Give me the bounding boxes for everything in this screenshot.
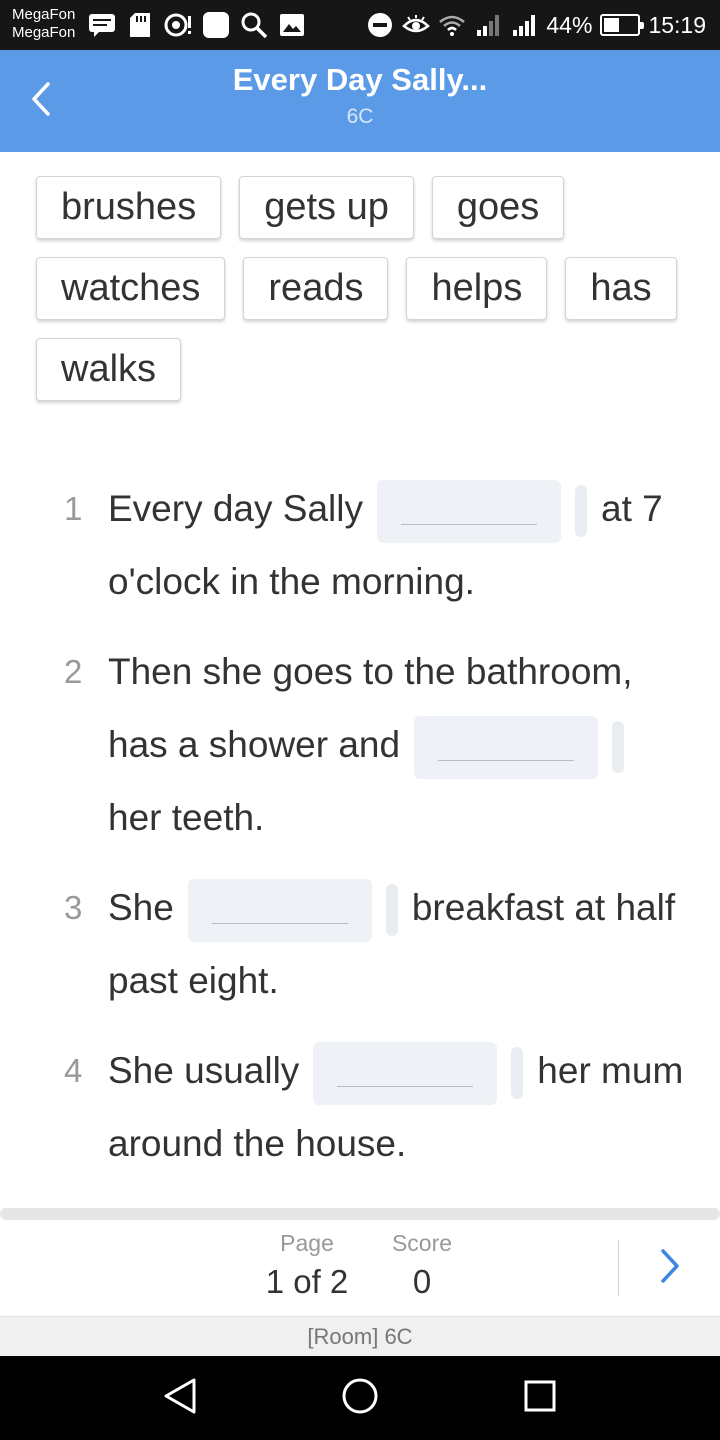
message-icon (88, 11, 116, 39)
eye-icon (402, 11, 431, 39)
question-text-before: She (108, 887, 174, 928)
carrier-name: MegaFon (12, 24, 76, 41)
word-chip-watches[interactable]: watches (36, 257, 226, 320)
nav-recents-button[interactable] (518, 1376, 562, 1420)
word-chip-walks[interactable]: walks (36, 338, 182, 401)
score-value: 0 (412, 1263, 432, 1300)
next-page-button[interactable] (640, 1240, 700, 1296)
carrier-info: MegaFon MegaFon (12, 6, 75, 42)
page-title: Every Day Sally... (232, 62, 488, 97)
word-chip-brushes[interactable]: brushes (36, 176, 222, 239)
score-label: Score (391, 1230, 453, 1256)
signal-icon (474, 11, 502, 39)
chevron-right-icon (659, 1248, 681, 1289)
question-text: Then she goes to the bathroom, has a sho… (108, 635, 690, 854)
signal-icon-2 (510, 11, 538, 39)
blank-handle[interactable] (612, 721, 625, 774)
question-text: She breakfast at half past eight. (108, 871, 690, 1017)
question-item: 1 Every day Sally at 7 o'clock in the mor… (0, 472, 720, 618)
wifi-icon (438, 11, 466, 39)
question-text-after: her teeth. (108, 797, 265, 838)
battery-level (604, 18, 619, 32)
gallery-icon (278, 11, 306, 39)
footer: Page 1 of 2 Score 0 (0, 1220, 720, 1316)
question-text-before: Every day Sally (108, 488, 363, 529)
home-circle-icon (340, 1376, 380, 1421)
word-chip-reads[interactable]: reads (243, 257, 389, 320)
question-list: 1 Every day Sally at 7 o'clock in the mor… (0, 472, 720, 1208)
clock: 15:19 (648, 11, 706, 38)
sync-icon (164, 11, 192, 39)
nav-home-button[interactable] (338, 1376, 382, 1420)
word-chip-has[interactable]: has (565, 257, 677, 320)
app-header: Every Day Sally... 6C (0, 50, 720, 152)
page-stat: Page 1 of 2 (262, 1230, 352, 1301)
page-label: Page (280, 1230, 334, 1256)
question-item: 2 Then she goes to the bathroom, has a s… (0, 635, 720, 854)
footer-divider (618, 1240, 619, 1296)
question-text-before: She usually (108, 1050, 300, 1091)
question-number: 2 (64, 653, 83, 690)
answer-blank[interactable] (187, 878, 372, 942)
do-not-disturb-icon (366, 11, 394, 39)
blank-handle[interactable] (385, 884, 398, 937)
recents-square-icon (522, 1378, 558, 1419)
word-chip-helps[interactable]: helps (406, 257, 548, 320)
status-bar: MegaFon MegaFon 44% 15:19 (0, 0, 720, 50)
app-icon (202, 11, 230, 39)
question-number: 4 (64, 1052, 83, 1089)
scroll-indicator[interactable] (0, 1208, 720, 1220)
answer-blank[interactable] (414, 715, 599, 779)
battery-percent: 44% (546, 11, 593, 38)
question-number: 1 (64, 490, 83, 527)
question-text: She usually her mum around the house. (108, 1034, 690, 1180)
word-chip-goes[interactable]: goes (431, 176, 565, 239)
sd-card-icon (126, 11, 154, 39)
answer-blank[interactable] (377, 479, 561, 543)
blank-handle[interactable] (511, 1047, 524, 1100)
search-icon (240, 11, 268, 39)
battery-icon (600, 14, 645, 36)
system-status: 44% 15:19 (366, 9, 706, 41)
question-item: 4 She usually her mum around the house. (0, 1034, 720, 1180)
blank-handle[interactable] (575, 485, 587, 538)
question-number: 3 (64, 889, 83, 926)
page-subtitle: 6C (346, 105, 374, 128)
nav-back-button[interactable] (158, 1376, 202, 1420)
back-triangle-icon (162, 1377, 198, 1420)
room-label: [Room] 6C (0, 1316, 720, 1356)
notification-icons (88, 9, 306, 41)
answer-blank[interactable] (313, 1041, 498, 1105)
page-value: 1 of 2 (265, 1263, 349, 1300)
word-bank: brushes gets up goes watches reads helps… (36, 176, 696, 401)
word-chip-gets-up[interactable]: gets up (239, 176, 414, 239)
score-stat: Score 0 (382, 1230, 462, 1301)
carrier-name: MegaFon (12, 6, 76, 23)
question-text: Every day Sally at 7 o'clock in the morni… (108, 472, 690, 618)
question-item: 3 She breakfast at half past eight. (0, 871, 720, 1017)
system-nav-bar (0, 1356, 720, 1440)
